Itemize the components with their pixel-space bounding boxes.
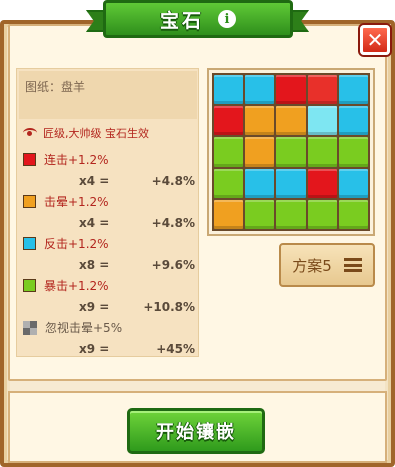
stat-total: +4.8% — [151, 174, 195, 188]
gem-grid — [212, 73, 370, 231]
gem-cell[interactable] — [214, 199, 244, 229]
eye-icon — [23, 128, 37, 138]
gem-cell[interactable] — [307, 106, 337, 136]
gem-cell[interactable] — [276, 75, 306, 105]
stat-label: 暴击+1.2% — [44, 279, 109, 293]
gem-cell[interactable] — [276, 199, 306, 229]
info-icon[interactable]: i — [218, 10, 236, 28]
blueprint-label: 图纸：盘羊 — [19, 71, 197, 119]
stat-total: +10.8% — [143, 300, 195, 314]
gem-cell[interactable] — [276, 106, 306, 136]
stat-count: x8 = — [79, 258, 110, 272]
gem-cell[interactable] — [338, 106, 368, 136]
stat-count: x9 = — [79, 342, 110, 356]
gem-cell[interactable] — [338, 75, 368, 105]
gem-cell[interactable] — [338, 137, 368, 167]
gem-cell[interactable] — [245, 75, 275, 105]
stat-block-ignore-stun: 忽视击晕+5% x9 = +45% — [23, 319, 195, 356]
gem-cell[interactable] — [307, 199, 337, 229]
gem-cell[interactable] — [276, 168, 306, 198]
gem-cell[interactable] — [245, 168, 275, 198]
gem-cell[interactable] — [245, 199, 275, 229]
rank-text: 匠级,大帅级 宝石生效 — [43, 127, 149, 140]
stat-count: x4 = — [79, 174, 110, 188]
close-icon: ✕ — [366, 28, 384, 52]
gem-cell[interactable] — [307, 137, 337, 167]
stat-block-stun: 击晕+1.2% x4 = +4.8% — [23, 193, 195, 230]
scheme-button[interactable]: 方案5 — [279, 243, 375, 287]
close-button[interactable]: ✕ — [360, 25, 390, 55]
rank-row: 匠级,大帅级 宝石生效 — [23, 125, 149, 141]
start-inlay-button[interactable]: 开始镶嵌 — [127, 408, 265, 454]
stat-block-crit: 暴击+1.2% x9 = +10.8% — [23, 277, 195, 314]
stats-panel: 图纸：盘羊 匠级,大帅级 宝石生效 连击+1.2% x4 = +4.8% 击晕+… — [16, 68, 199, 357]
stat-label: 反击+1.2% — [44, 237, 109, 251]
gem-board — [207, 68, 375, 236]
stat-block-combo: 连击+1.2% x4 = +4.8% — [23, 151, 195, 188]
stat-count: x9 = — [79, 300, 110, 314]
gem-cell[interactable] — [214, 106, 244, 136]
stat-block-counter: 反击+1.2% x8 = +9.6% — [23, 235, 195, 272]
stat-count: x4 = — [79, 216, 110, 230]
gem-cell[interactable] — [214, 75, 244, 105]
stat-total: +9.6% — [151, 258, 195, 272]
gem-cell[interactable] — [214, 137, 244, 167]
green-gem-swatch-icon — [23, 279, 36, 292]
gem-cell[interactable] — [245, 106, 275, 136]
gem-cell[interactable] — [307, 168, 337, 198]
gem-cell[interactable] — [307, 75, 337, 105]
red-gem-swatch-icon — [23, 153, 36, 166]
stat-label: 击晕+1.2% — [44, 195, 109, 209]
gem-cell[interactable] — [245, 137, 275, 167]
stat-total: +45% — [156, 342, 195, 356]
gem-cell[interactable] — [338, 199, 368, 229]
checker-gem-icon — [23, 320, 37, 335]
title-banner: 宝石 i — [103, 0, 293, 38]
gem-cell[interactable] — [214, 168, 244, 198]
gem-cell[interactable] — [338, 168, 368, 198]
stat-label: 忽视击晕+5% — [45, 321, 123, 335]
stat-label: 连击+1.2% — [44, 153, 109, 167]
scheme-label: 方案5 — [292, 256, 332, 275]
menu-icon — [343, 258, 362, 272]
orange-gem-swatch-icon — [23, 195, 36, 208]
dialog-title: 宝石 — [159, 9, 204, 32]
gem-cell[interactable] — [276, 137, 306, 167]
stat-total: +4.8% — [151, 216, 195, 230]
blue-gem-swatch-icon — [23, 237, 36, 250]
